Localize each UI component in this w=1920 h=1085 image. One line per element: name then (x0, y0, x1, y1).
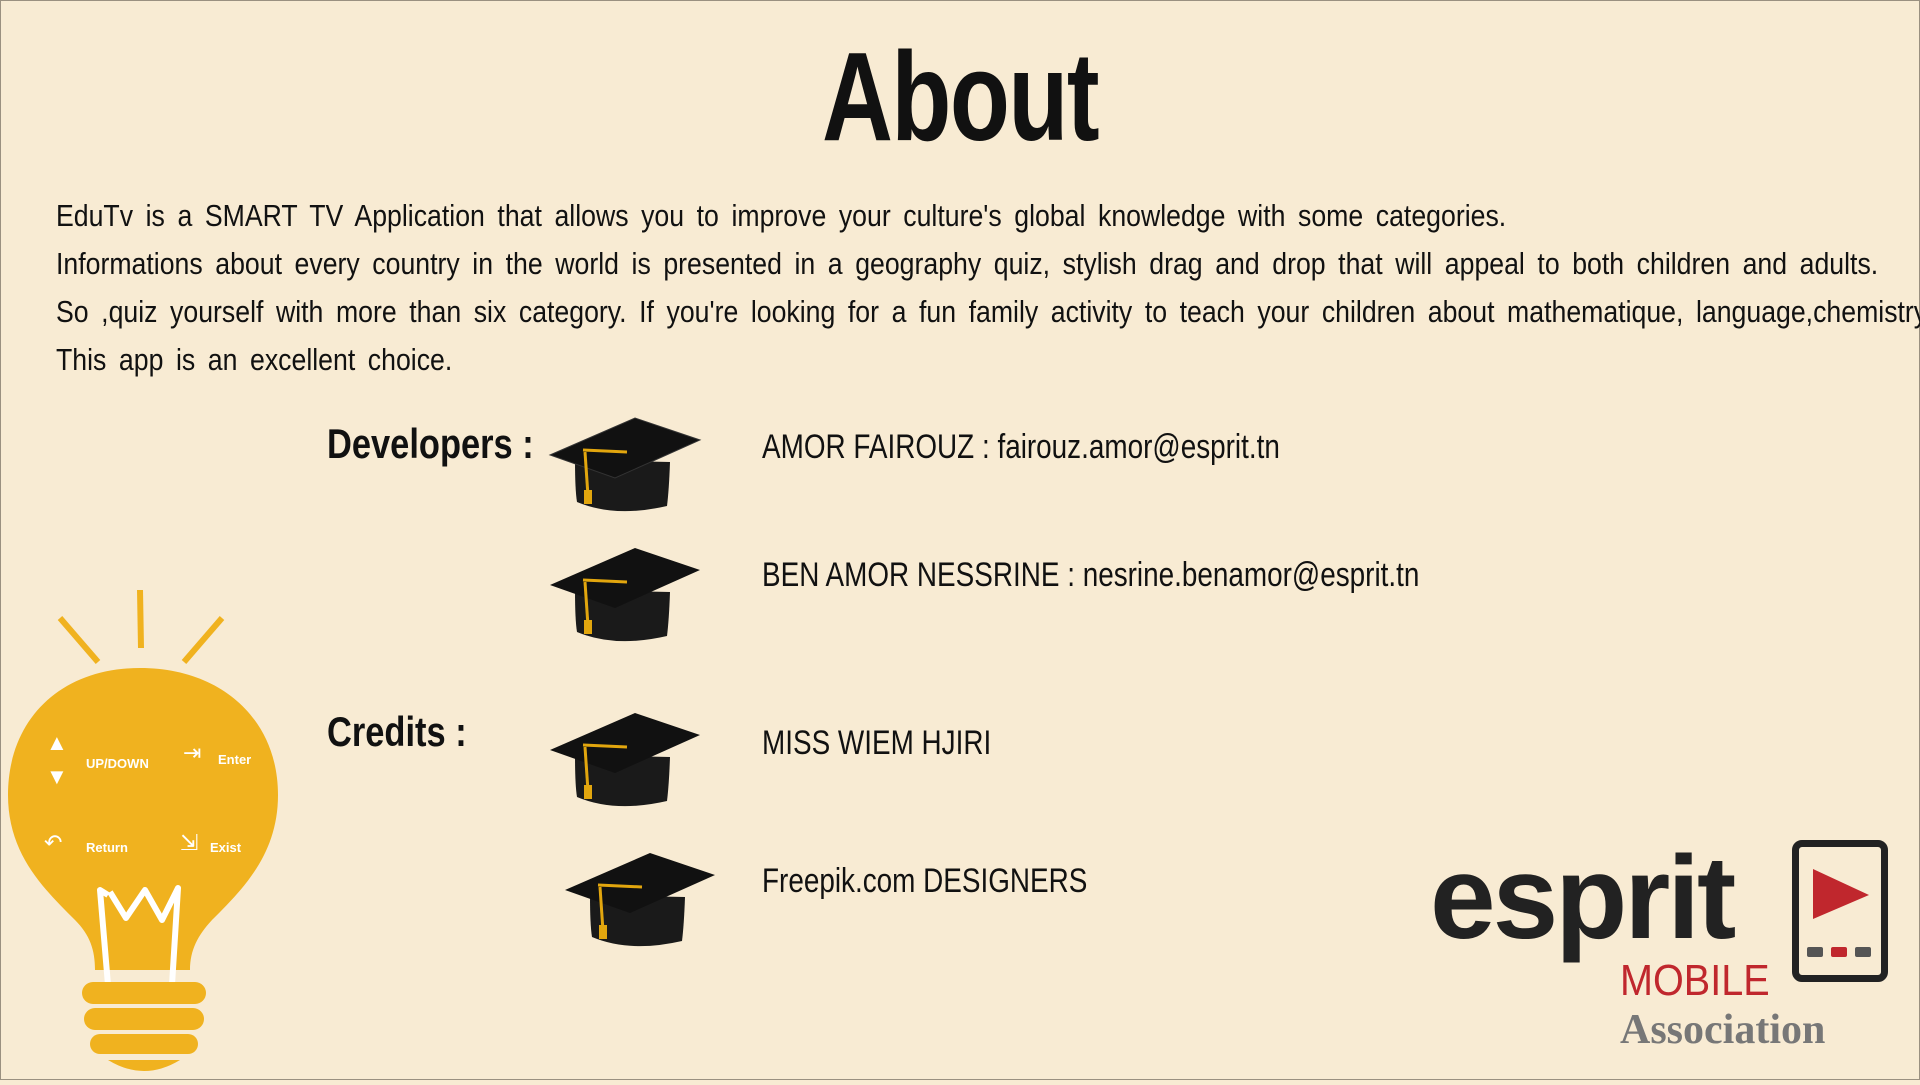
enter-hint: Enter (218, 752, 252, 767)
credits-label: Credits : (327, 708, 467, 755)
developer-entry: BEN AMOR NESSRINE : nesrine.benamor@espr… (762, 556, 1420, 594)
arrow-down-icon: ▼ (46, 764, 68, 789)
credit-entry: MISS WIEM HJIRI (762, 724, 992, 762)
esprit-mobile-logo: esprit MOBILE Association (1430, 838, 1915, 1058)
logo-association-text: Association (1620, 1007, 1826, 1053)
graduation-cap-icon (550, 713, 700, 807)
graduation-cap-icon (548, 417, 702, 512)
return-icon: ↶ (44, 830, 63, 855)
remote-help-bulb: ▲ ▼ UP/DOWN ⇥ Enter ↶ Return ⇲ Exist (0, 589, 290, 1080)
return-hint: Return (86, 840, 128, 855)
arrow-up-icon: ▲ (46, 730, 68, 755)
developers-label: Developers : (327, 420, 534, 467)
description: EduTv is a SMART TV Application that all… (56, 192, 1920, 384)
description-line: This app is an excellent choice. (56, 342, 453, 377)
graduation-cap-icon (550, 548, 700, 642)
phone-play-icon (1792, 840, 1888, 982)
description-line: Informations about every country in the … (56, 246, 1879, 281)
logo-esprit-text: esprit (1430, 832, 1736, 964)
description-line: So ,quiz yourself with more than six cat… (56, 294, 1920, 329)
exit-icon: ⇲ (180, 830, 199, 855)
description-line: EduTv is a SMART TV Application that all… (56, 198, 1507, 233)
enter-icon: ⇥ (183, 740, 202, 765)
developer-entry: AMOR FAIROUZ : fairouz.amor@esprit.tn (762, 428, 1280, 466)
page-title: About (821, 26, 1100, 167)
logo-mobile-text: MOBILE (1620, 956, 1770, 1005)
exist-hint: Exist (210, 840, 242, 855)
graduation-cap-icon (565, 853, 715, 947)
credit-entry: Freepik.com DESIGNERS (762, 862, 1088, 900)
updown-hint: UP/DOWN (86, 756, 149, 771)
